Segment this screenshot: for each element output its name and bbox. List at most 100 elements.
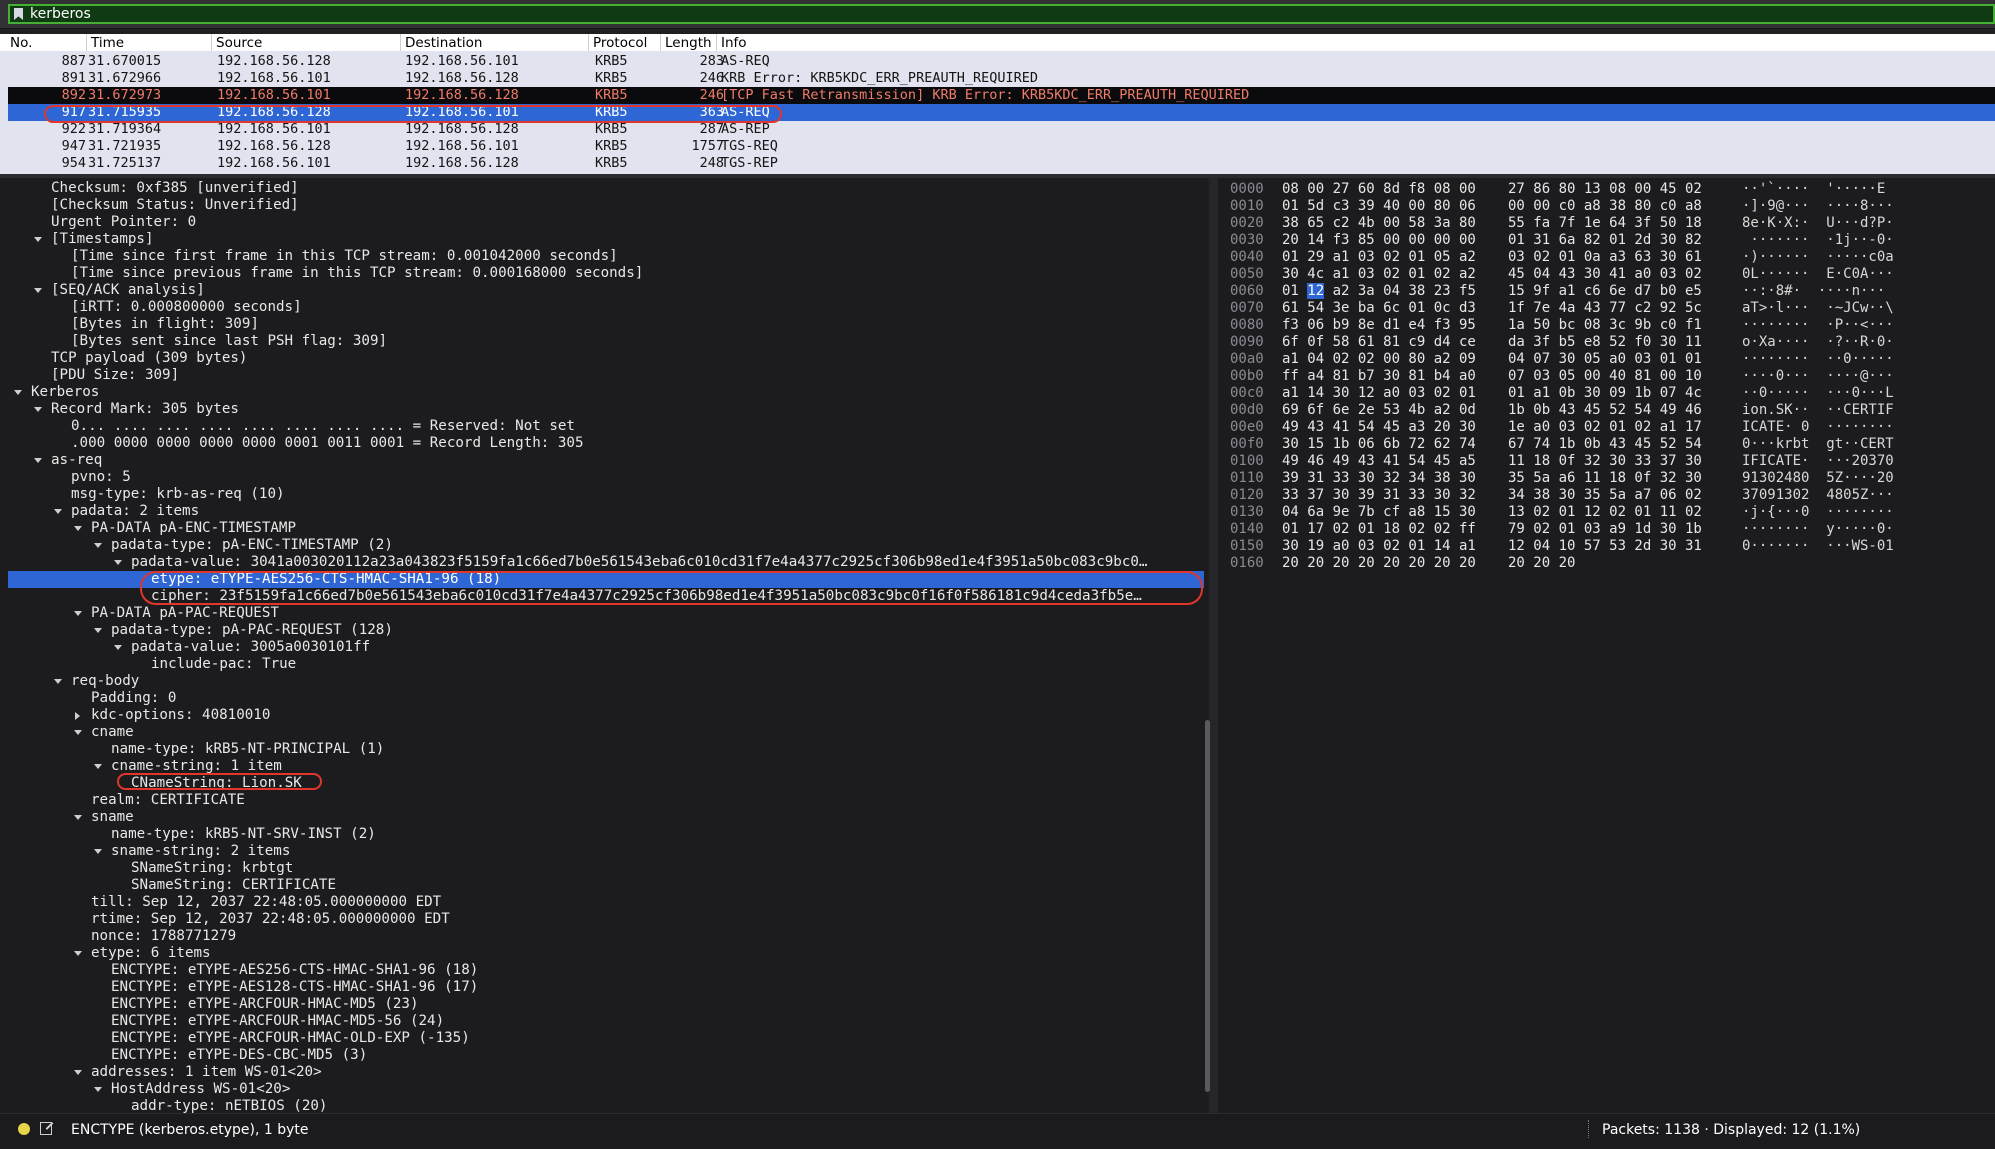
highlighted-byte[interactable]: 12 bbox=[1307, 283, 1325, 299]
hex-bytes-second-half[interactable]: 1a 50 bc 08 3c 9b c0 f1 bbox=[1508, 317, 1702, 334]
expand-arrow-icon[interactable] bbox=[34, 237, 42, 242]
packet-row[interactable]: 954 31.725137 192.168.56.101 192.168.56.128… bbox=[8, 155, 1995, 172]
hex-bytes-first-half[interactable]: 39 31 33 30 32 34 38 30 bbox=[1282, 470, 1476, 487]
tree-item[interactable]: msg-type: krb-as-req (10) bbox=[71, 486, 1195, 503]
hex-bytes-first-half[interactable]: 49 46 49 43 41 54 45 a5 bbox=[1282, 453, 1476, 470]
ascii-dump[interactable]: ·)······ ·····c0a bbox=[1742, 249, 1894, 266]
column-header-info[interactable]: Info bbox=[716, 34, 1121, 51]
tree-item[interactable]: HostAddress WS-01<20> bbox=[111, 1081, 1195, 1098]
column-header-time[interactable]: Time bbox=[86, 34, 216, 51]
hex-bytes-second-half[interactable]: 03 02 01 0a a3 63 30 61 bbox=[1508, 249, 1702, 266]
tree-item[interactable]: till: Sep 12, 2037 22:48:05.000000000 ED… bbox=[91, 894, 1195, 911]
packet-row[interactable]: 917 31.715935 192.168.56.128 192.168.56.101… bbox=[8, 104, 1995, 121]
hex-bytes-second-half[interactable]: 04 07 30 05 a0 03 01 01 bbox=[1508, 351, 1702, 368]
tree-item[interactable]: etype: 6 items bbox=[91, 945, 1195, 962]
hex-bytes-first-half[interactable]: ff a4 81 b7 30 81 b4 a0 bbox=[1282, 368, 1476, 385]
ascii-dump[interactable]: ion.SK·· ··CERTIF bbox=[1742, 402, 1894, 419]
ascii-dump[interactable]: aT>·l··· ·~JCw··\ bbox=[1742, 300, 1894, 317]
ascii-dump[interactable]: 0······· ···WS-01 bbox=[1742, 538, 1894, 555]
hex-bytes-first-half[interactable]: f3 06 b9 8e d1 e4 f3 95 bbox=[1282, 317, 1476, 334]
hex-bytes-first-half[interactable]: 01 29 a1 03 02 01 05 a2 bbox=[1282, 249, 1476, 266]
tree-item[interactable]: include-pac: True bbox=[151, 656, 1195, 673]
ascii-dump[interactable]: ··:·8#· ····n··· bbox=[1742, 283, 1885, 300]
tree-item[interactable]: [Timestamps] bbox=[51, 231, 1195, 248]
hex-bytes-first-half[interactable]: 49 43 41 54 45 a3 20 30 bbox=[1282, 419, 1476, 436]
tree-item[interactable]: Urgent Pointer: 0 bbox=[51, 214, 1195, 231]
tree-item[interactable]: .000 0000 0000 0000 0000 0001 0011 0001 … bbox=[71, 435, 1195, 452]
expand-arrow-icon[interactable] bbox=[74, 815, 82, 820]
expand-arrow-icon[interactable] bbox=[94, 1087, 102, 1092]
tree-item[interactable]: nonce: 1788771279 bbox=[91, 928, 1195, 945]
expand-arrow-icon[interactable] bbox=[34, 458, 42, 463]
expand-arrow-icon[interactable] bbox=[54, 679, 62, 684]
tree-item[interactable]: etype: eTYPE-AES256-CTS-HMAC-SHA1-96 (18… bbox=[151, 571, 1195, 588]
tree-item[interactable]: CNameString: Lion.SK bbox=[131, 775, 1195, 792]
expand-arrow-icon[interactable] bbox=[94, 849, 102, 854]
hex-bytes-first-half[interactable]: 30 19 a0 03 02 01 14 a1 bbox=[1282, 538, 1476, 555]
hex-bytes-first-half[interactable]: 61 54 3e ba 6c 01 0c d3 bbox=[1282, 300, 1476, 317]
bookmark-icon[interactable] bbox=[14, 8, 23, 20]
hex-bytes-first-half[interactable]: 69 6f 6e 2e 53 4b a2 0d bbox=[1282, 402, 1476, 419]
hex-bytes-first-half[interactable]: 08 00 27 60 8d f8 08 00 bbox=[1282, 181, 1476, 198]
expand-arrow-icon[interactable] bbox=[74, 526, 82, 531]
ascii-dump[interactable]: 0L······ E·C0A··· bbox=[1742, 266, 1894, 283]
hex-bytes-first-half[interactable]: 38 65 c2 4b 00 58 3a 80 bbox=[1282, 215, 1476, 232]
packet-row[interactable]: 892 31.672973 192.168.56.101 192.168.56.128… bbox=[8, 87, 1995, 104]
tree-item[interactable]: cname-string: 1 item bbox=[111, 758, 1195, 775]
ascii-dump[interactable]: 37091302 4805Z··· bbox=[1742, 487, 1894, 504]
tree-item[interactable]: padata-type: pA-ENC-TIMESTAMP (2) bbox=[111, 537, 1195, 554]
tree-item[interactable]: SNameString: CERTIFICATE bbox=[131, 877, 1195, 894]
ascii-dump[interactable]: ········ ·P··<··· bbox=[1742, 317, 1894, 334]
tree-item[interactable]: 0... .... .... .... .... .... .... .... … bbox=[71, 418, 1195, 435]
tree-item[interactable]: [Bytes in flight: 309] bbox=[71, 316, 1195, 333]
expand-arrow-icon[interactable] bbox=[94, 764, 102, 769]
expand-arrow-icon[interactable] bbox=[74, 611, 82, 616]
tree-item[interactable]: Record Mark: 305 bytes bbox=[51, 401, 1195, 418]
tree-item[interactable]: realm: CERTIFICATE bbox=[91, 792, 1195, 809]
display-filter-input[interactable] bbox=[30, 6, 1930, 22]
capture-comment-icon[interactable] bbox=[40, 1122, 52, 1135]
collapsed-arrow-icon[interactable] bbox=[75, 712, 80, 720]
hex-bytes-first-half[interactable]: 30 4c a1 03 02 01 02 a2 bbox=[1282, 266, 1476, 283]
tree-item[interactable]: ENCTYPE: eTYPE-AES128-CTS-HMAC-SHA1-96 (… bbox=[111, 979, 1195, 996]
ascii-dump[interactable]: ····0··· ····@··· bbox=[1742, 368, 1894, 385]
pane-vertical-splitter[interactable] bbox=[1210, 178, 1218, 1113]
hex-bytes-first-half[interactable]: a1 14 30 12 a0 03 02 01 bbox=[1282, 385, 1476, 402]
display-filter-field[interactable] bbox=[8, 4, 1995, 24]
hex-bytes-second-half[interactable]: da 3f b5 e8 52 f0 30 11 bbox=[1508, 334, 1702, 351]
tree-item[interactable]: padata-value: 3041a003020112a23a043823f5… bbox=[131, 554, 1195, 571]
ascii-dump[interactable]: ······· ·1j··-0· bbox=[1742, 232, 1893, 249]
hex-bytes-second-half[interactable]: 11 18 0f 32 30 33 37 30 bbox=[1508, 453, 1702, 470]
tree-item[interactable]: ENCTYPE: eTYPE-ARCFOUR-HMAC-OLD-EXP (-13… bbox=[111, 1030, 1195, 1047]
ascii-dump[interactable]: ········ ··0····· bbox=[1742, 351, 1894, 368]
hex-bytes-first-half[interactable]: 04 6a 9e 7b cf a8 15 30 bbox=[1282, 504, 1476, 521]
hex-bytes-first-half[interactable]: 20 14 f3 85 00 00 00 00 bbox=[1282, 232, 1476, 249]
hex-bytes-second-half[interactable]: 00 00 c0 a8 38 80 c0 a8 bbox=[1508, 198, 1702, 215]
packet-row[interactable]: 891 31.672966 192.168.56.101 192.168.56.128… bbox=[8, 70, 1995, 87]
hex-bytes-second-half[interactable]: 35 5a a6 11 18 0f 32 30 bbox=[1508, 470, 1702, 487]
expand-arrow-icon[interactable] bbox=[74, 951, 82, 956]
hex-bytes-second-half[interactable]: 01 a1 0b 30 09 1b 07 4c bbox=[1508, 385, 1702, 402]
ascii-dump[interactable]: ·j·{···0 ········ bbox=[1742, 504, 1894, 521]
tree-item[interactable]: TCP payload (309 bytes) bbox=[51, 350, 1195, 367]
tree-item[interactable]: Checksum: 0xf385 [unverified] bbox=[51, 180, 1195, 197]
column-header-source[interactable]: Source bbox=[211, 34, 400, 51]
tree-item[interactable]: kdc-options: 40810010 bbox=[91, 707, 1195, 724]
column-header-destination[interactable]: Destination bbox=[400, 34, 589, 51]
tree-item[interactable]: Padding: 0 bbox=[91, 690, 1195, 707]
tree-item[interactable]: cipher: 23f5159fa1c66ed7b0e561543eba6c01… bbox=[151, 588, 1195, 605]
ascii-dump[interactable]: o·Xa···· ·?··R·0· bbox=[1742, 334, 1894, 351]
tree-item[interactable]: req-body bbox=[71, 673, 1195, 690]
tree-item[interactable]: ENCTYPE: eTYPE-DES-CBC-MD5 (3) bbox=[111, 1047, 1195, 1064]
expand-arrow-icon[interactable] bbox=[74, 730, 82, 735]
tree-item[interactable]: [SEQ/ACK analysis] bbox=[51, 282, 1195, 299]
tree-item[interactable]: addr-type: nETBIOS (20) bbox=[131, 1098, 1195, 1113]
ascii-dump[interactable]: ··'`···· '·····E bbox=[1742, 181, 1885, 198]
hex-bytes-first-half[interactable]: 6f 0f 58 61 81 c9 d4 ce bbox=[1282, 334, 1476, 351]
hex-bytes-second-half[interactable]: 27 86 80 13 08 00 45 02 bbox=[1508, 181, 1702, 198]
ascii-dump[interactable]: ICATE· 0 ········ bbox=[1742, 419, 1894, 436]
tree-item[interactable]: padata-type: pA-PAC-REQUEST (128) bbox=[111, 622, 1195, 639]
tree-item[interactable]: [PDU Size: 309] bbox=[51, 367, 1195, 384]
tree-item[interactable]: PA-DATA pA-ENC-TIMESTAMP bbox=[91, 520, 1195, 537]
ascii-dump[interactable]: ·]·9@··· ····8··· bbox=[1742, 198, 1894, 215]
